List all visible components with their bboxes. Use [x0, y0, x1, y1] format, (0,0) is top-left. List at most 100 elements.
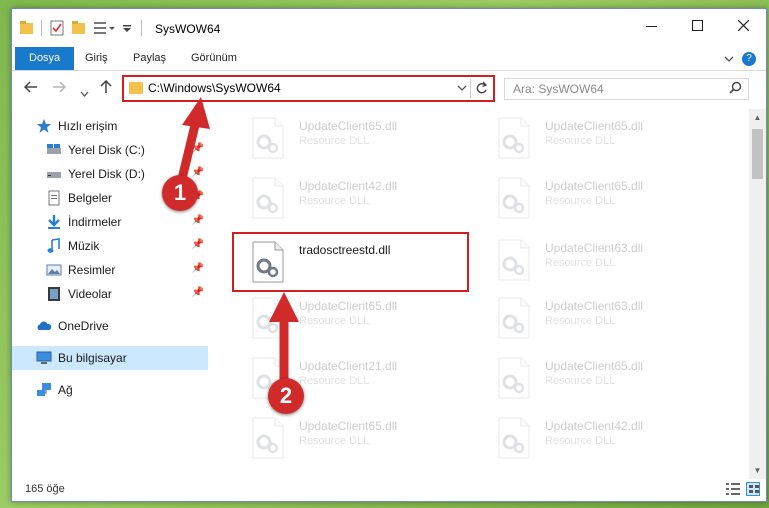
sidebar-item-pictures[interactable]: Resimler 📌	[12, 258, 208, 282]
toolbar-separator	[41, 20, 42, 36]
file-name: UpdateClient65.dll	[299, 119, 398, 133]
dll-file-icon	[497, 239, 531, 281]
search-icon[interactable]	[729, 81, 742, 98]
close-button[interactable]	[720, 9, 766, 41]
file-item-target[interactable]: tradosctreestd.dll	[233, 235, 478, 293]
view-options-icon[interactable]	[94, 20, 116, 36]
cloud-icon	[37, 321, 52, 330]
file-type: Resource DLL	[545, 315, 616, 327]
vertical-scrollbar[interactable]: ▲ ▼	[749, 109, 766, 479]
file-type: Resource DLL	[299, 435, 370, 447]
search-placeholder: Ara: SysWOW64	[513, 82, 604, 96]
sidebar-item-onedrive[interactable]: OneDrive	[12, 314, 208, 338]
file-name: UpdateClient65.dll	[545, 179, 644, 193]
explorer-window: SysWOW64 Dosya Giriş Paylaş Görünüm ? C:…	[11, 8, 767, 502]
network-icon	[37, 383, 51, 396]
tab-view[interactable]: Görünüm	[178, 47, 250, 70]
sidebar-item-network[interactable]: Ağ	[12, 378, 208, 402]
dll-file-icon	[251, 417, 285, 459]
recent-locations-button[interactable]	[80, 84, 89, 100]
file-type: Resource DLL	[545, 375, 616, 387]
annotation-arrow-up	[269, 292, 299, 387]
details-view-icon[interactable]	[726, 482, 740, 496]
pin-icon: 📌	[191, 263, 204, 274]
dll-file-icon	[497, 357, 531, 399]
file-name: UpdateClient63.dll	[545, 241, 644, 255]
scroll-up-button[interactable]: ▲	[749, 109, 766, 126]
dll-file-icon	[251, 177, 285, 219]
music-icon	[47, 238, 60, 253]
sidebar-item-downloads[interactable]: İndirmeler 📌	[12, 210, 208, 234]
file-type: Resource DLL	[545, 195, 616, 207]
new-folder-icon[interactable]	[72, 20, 86, 36]
pin-icon: 📌	[191, 239, 204, 250]
folder-icon	[129, 82, 143, 94]
sidebar-item-this-pc[interactable]: Bu bilgisayar	[12, 346, 208, 370]
file-type: Resource DLL	[299, 195, 370, 207]
file-name: UpdateClient65.dll	[545, 119, 644, 133]
sidebar-item-label: Resimler	[68, 263, 116, 277]
close-icon	[737, 19, 749, 31]
tab-home[interactable]: Giriş	[72, 47, 121, 70]
arrow-up-icon	[100, 79, 112, 93]
chevron-down-icon	[80, 91, 89, 97]
tiles-view-icon[interactable]	[746, 482, 760, 496]
file-name: UpdateClient21.dll	[299, 359, 398, 373]
properties-icon[interactable]	[50, 20, 64, 36]
sidebar-item-label: Belgeler	[68, 191, 113, 205]
file-type: Resource DLL	[545, 257, 616, 269]
tab-share[interactable]: Paylaş	[120, 47, 179, 70]
ribbon-tabs: Dosya Giriş Paylaş Görünüm ?	[12, 47, 766, 71]
window-title: SysWOW64	[155, 22, 221, 36]
customize-toolbar-icon[interactable]	[122, 20, 132, 36]
minimize-button[interactable]	[628, 9, 674, 41]
up-button[interactable]	[100, 79, 112, 96]
minimize-icon	[645, 25, 657, 27]
file-item[interactable]: UpdateClient65.dll Resource DLL	[479, 111, 724, 169]
dll-file-icon	[497, 417, 531, 459]
sidebar-item-label: İndirmeler	[68, 215, 122, 229]
scroll-thumb[interactable]	[752, 129, 763, 179]
sidebar-item-label: Ağ	[58, 383, 73, 397]
title-separator	[141, 20, 142, 36]
refresh-button[interactable]	[475, 79, 488, 100]
file-item[interactable]: UpdateClient63.dll Resource DLL	[479, 291, 724, 349]
maximize-icon	[691, 19, 703, 31]
sidebar-item-label: OneDrive	[58, 319, 109, 333]
file-item[interactable]: UpdateClient65.dll Resource DLL	[479, 171, 724, 229]
maximize-button[interactable]	[674, 9, 720, 41]
sidebar-item-label: Yerel Disk (C:)	[68, 143, 145, 157]
address-path: C:\Windows\SysWOW64	[148, 81, 281, 95]
sidebar-item-videos[interactable]: Videolar 📌	[12, 282, 208, 306]
title-bar: SysWOW64	[12, 9, 766, 47]
pin-icon: 📌	[191, 287, 204, 298]
file-name: UpdateClient65.dll	[299, 419, 398, 433]
navigation-bar: C:\Windows\SysWOW64 Ara: SysWOW64	[12, 72, 766, 106]
file-type: Resource DLL	[545, 435, 616, 447]
chevron-down-icon	[457, 85, 467, 91]
file-item[interactable]: UpdateClient65.dll Resource DLL	[233, 411, 478, 461]
forward-button[interactable]	[52, 80, 67, 96]
sidebar-item-music[interactable]: Müzik 📌	[12, 234, 208, 258]
pin-icon: 📌	[191, 215, 204, 226]
file-item[interactable]: UpdateClient63.dll Resource DLL	[479, 233, 724, 291]
file-item[interactable]: UpdateClient42.dll Resource DLL	[233, 171, 478, 229]
file-item[interactable]: UpdateClient65.dll Resource DLL	[233, 111, 478, 169]
help-icon[interactable]: ?	[742, 52, 756, 66]
file-type: Resource DLL	[545, 135, 616, 147]
chevron-down-icon[interactable]	[724, 55, 734, 63]
file-item[interactable]: UpdateClient65.dll Resource DLL	[479, 351, 724, 409]
file-item[interactable]: UpdateClient42.dll Resource DLL	[479, 411, 724, 461]
dll-file-icon	[497, 177, 531, 219]
search-box[interactable]: Ara: SysWOW64	[504, 78, 749, 100]
sidebar-item-label: Hızlı erişim	[58, 119, 118, 133]
dll-file-icon	[497, 117, 531, 159]
download-icon	[48, 215, 60, 229]
file-name: UpdateClient65.dll	[299, 299, 398, 313]
back-button[interactable]	[23, 80, 38, 96]
address-history-button[interactable]	[457, 80, 467, 99]
drive-icon	[47, 172, 61, 178]
step-1-badge: 1	[162, 175, 198, 211]
tab-file[interactable]: Dosya	[15, 47, 75, 70]
computer-icon	[36, 351, 52, 364]
